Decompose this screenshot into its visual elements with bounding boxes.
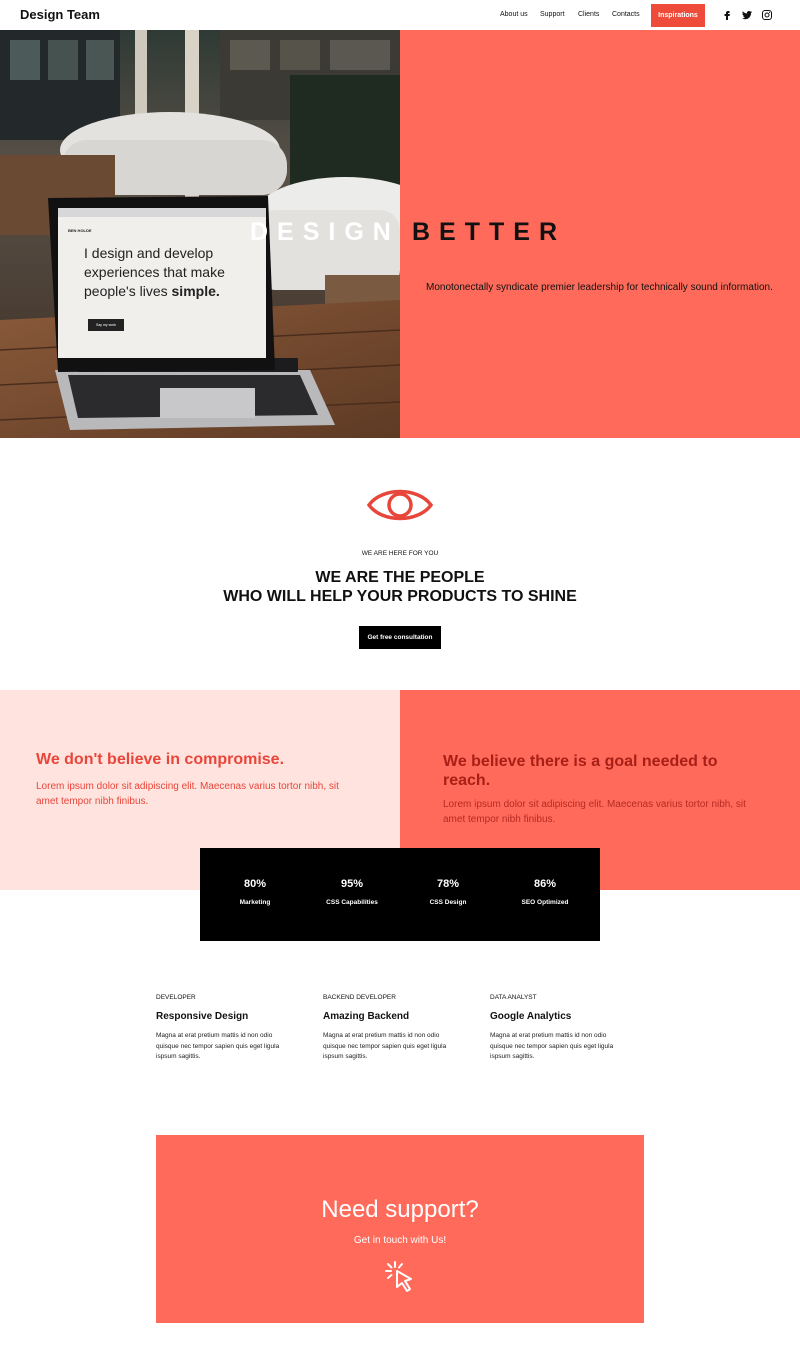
intro-headline-line-2: WHO WILL HELP YOUR PRODUCTS TO SHINE bbox=[223, 588, 577, 605]
role-kicker: DATA ANALYST bbox=[490, 994, 537, 1001]
role-title: Google Analytics bbox=[490, 1011, 572, 1022]
belief-right-title: We believe there is a goal needed to rea… bbox=[443, 753, 718, 789]
stat-value: 86% bbox=[533, 878, 557, 890]
stat-seo-optimized: 86% SEO Optimized bbox=[495, 848, 595, 941]
hero-title-word-better: BETTER bbox=[412, 218, 566, 246]
nav-support[interactable]: Support bbox=[540, 11, 565, 18]
pointer-click-icon[interactable] bbox=[383, 1259, 419, 1295]
hero-title-word-design: DESIGN bbox=[250, 218, 400, 246]
belief-right-text: Lorem ipsum dolor sit adipiscing elit. M… bbox=[443, 799, 746, 825]
screen-headline: I design and develop experiences that ma… bbox=[84, 244, 274, 301]
role-card-backend-developer: BACKEND DEVELOPER Amazing Backend Magna … bbox=[323, 994, 463, 1063]
stat-css-design: 78% CSS Design bbox=[398, 848, 498, 941]
belief-left-title: We don't believe in compromise. bbox=[36, 751, 285, 768]
stat-value: 95% bbox=[340, 878, 364, 890]
intro-headline: WE ARE THE PEOPLE WHO WILL HELP YOUR PRO… bbox=[0, 568, 800, 606]
free-consultation-button[interactable]: Get free consultation bbox=[359, 626, 441, 649]
hero-title: DESIGN BETTER bbox=[0, 218, 800, 252]
support-subtitle[interactable]: Get in touch with Us! bbox=[156, 1235, 644, 1246]
belief-left-text: Lorem ipsum dolor sit adipiscing elit. M… bbox=[36, 781, 339, 807]
intro-eyebrow: WE ARE HERE FOR YOU bbox=[361, 550, 439, 557]
role-title: Responsive Design bbox=[156, 1011, 249, 1022]
nav-clients[interactable]: Clients bbox=[578, 11, 599, 18]
role-kicker: BACKEND DEVELOPER bbox=[323, 994, 396, 1001]
intro-headline-line-1: WE ARE THE PEOPLE bbox=[315, 569, 485, 586]
screen-line-3-bold: simple. bbox=[171, 283, 220, 299]
screen-line-3: people's lives bbox=[84, 283, 168, 299]
twitter-icon[interactable] bbox=[740, 8, 754, 22]
stat-label: CSS Capabilities bbox=[326, 899, 378, 906]
stat-label: SEO Optimized bbox=[521, 899, 569, 906]
support-panel: Need support? Get in touch with Us! bbox=[156, 1135, 644, 1323]
screen-button: Say my work bbox=[88, 319, 124, 331]
stat-label: CSS Design bbox=[429, 899, 467, 906]
stat-marketing: 80% Marketing bbox=[205, 848, 305, 941]
inspirations-button[interactable]: Inspirations bbox=[651, 4, 705, 27]
top-navigation-bar: Design Team About us Support Clients Con… bbox=[0, 0, 800, 30]
role-description: Magna at erat pretium mattis id non odio… bbox=[156, 1032, 280, 1060]
role-card-data-analyst: DATA ANALYST Google Analytics Magna at e… bbox=[490, 994, 630, 1063]
instagram-icon[interactable] bbox=[760, 8, 774, 22]
stat-value: 80% bbox=[243, 878, 267, 890]
nav-contacts[interactable]: Contacts bbox=[612, 11, 640, 18]
role-title: Amazing Backend bbox=[323, 1011, 410, 1022]
hero-section: BEN HOLDE I design and develop experienc… bbox=[0, 30, 800, 438]
facebook-icon[interactable] bbox=[720, 8, 734, 22]
role-description: Magna at erat pretium mattis id non odio… bbox=[323, 1032, 447, 1060]
stat-css-capabilities: 95% CSS Capabilities bbox=[302, 848, 402, 941]
eye-icon bbox=[366, 482, 434, 528]
nav-about-us[interactable]: About us bbox=[500, 11, 528, 18]
screen-line-2: experiences that make bbox=[84, 264, 225, 280]
stat-label: Marketing bbox=[239, 899, 271, 906]
role-description: Magna at erat pretium mattis id non odio… bbox=[490, 1032, 614, 1060]
brand-logo[interactable]: Design Team bbox=[20, 7, 100, 22]
stat-value: 78% bbox=[436, 878, 460, 890]
hero-subtitle: Monotonectally syndicate premier leaders… bbox=[426, 282, 773, 293]
support-title: Need support? bbox=[321, 1196, 479, 1223]
stats-panel: 80% Marketing 95% CSS Capabilities 78% C… bbox=[200, 848, 600, 941]
role-kicker: DEVELOPER bbox=[156, 994, 196, 1001]
role-card-developer: DEVELOPER Responsive Design Magna at era… bbox=[156, 994, 296, 1063]
